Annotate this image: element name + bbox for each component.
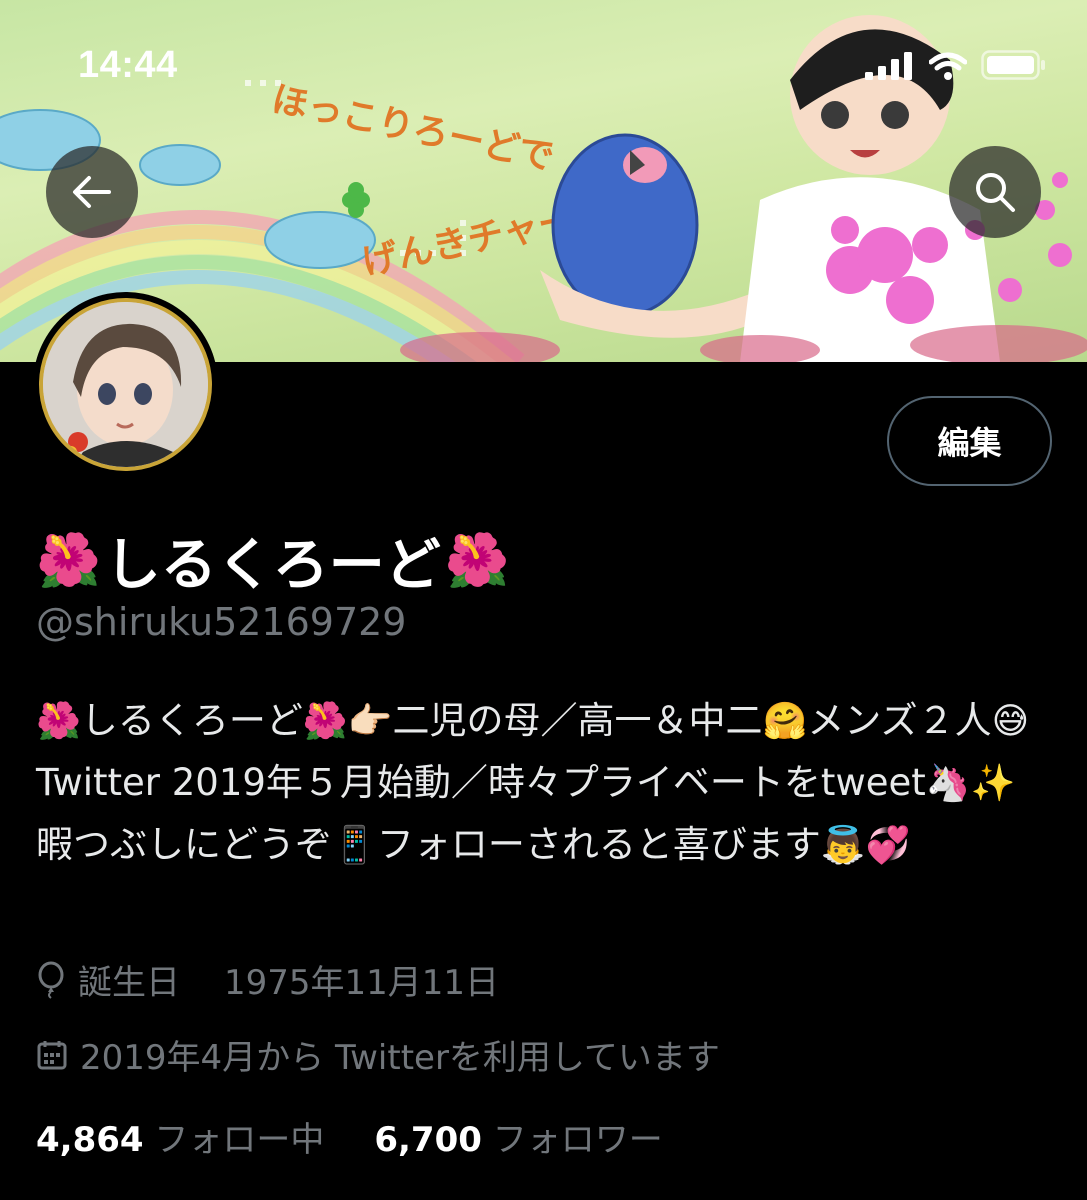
- calendar-icon: [37, 1040, 67, 1069]
- bio-text: フォローされると喜びます: [376, 823, 821, 866]
- bio-text: Twitter 2019年５月始動／時々プライベートをtweet: [36, 761, 926, 804]
- profile-bio: 🌺しるくろーど🌺👉🏻二児の母／高一＆中二🤗メンズ２人😅Twitter 2019年…: [36, 690, 1046, 876]
- hibiscus-emoji: 🌺: [36, 531, 101, 591]
- wifi-icon: [929, 52, 967, 80]
- following-count: 4,864: [36, 1120, 144, 1160]
- hibiscus-emoji: 🌺: [302, 701, 348, 742]
- back-button[interactable]: [46, 146, 138, 238]
- search-button[interactable]: [949, 146, 1041, 238]
- signal-icon: [865, 52, 912, 80]
- baby-angel-emoji: 👼: [820, 825, 866, 866]
- bio-text: メンズ２人: [807, 699, 992, 742]
- following-link[interactable]: 4,864 フォロー中: [36, 1112, 324, 1161]
- pointing-hand-emoji: 👉🏻: [347, 701, 393, 742]
- bio-text: 暇つぶしにどうぞ: [36, 823, 332, 866]
- profile-avatar[interactable]: [33, 292, 218, 477]
- joined-row: 2019年4月から Twitterを利用しています: [36, 1030, 720, 1079]
- birthday-label: 誕生日: [78, 963, 180, 1003]
- user-handle: @shiruku52169729: [36, 600, 407, 644]
- arrow-left-icon: [73, 176, 111, 208]
- edit-profile-button[interactable]: 編集: [887, 396, 1052, 486]
- follow-stats: 4,864 フォロー中 6,700 フォロワー: [36, 1112, 663, 1161]
- mobile-phone-emoji: 📱: [332, 825, 377, 866]
- revolving-hearts-emoji: 💞: [865, 825, 911, 866]
- status-icons: [865, 50, 1047, 80]
- avatar-illustration: [43, 302, 208, 467]
- status-time: 14:44: [78, 44, 178, 86]
- birthday-row: 誕生日 1975年11月11日: [36, 955, 499, 1004]
- followers-link[interactable]: 6,700 フォロワー: [374, 1112, 662, 1161]
- hibiscus-emoji: 🌺: [36, 701, 81, 742]
- battery-icon: [981, 50, 1045, 80]
- sweat-smile-emoji: 😅: [991, 701, 1030, 742]
- birthday-value: 1975年11月11日: [224, 963, 500, 1003]
- sparkles-emoji: ✨: [970, 763, 1016, 804]
- balloon-icon: [38, 961, 64, 999]
- following-label: フォロー中: [154, 1120, 325, 1160]
- unicorn-emoji: 🦄: [925, 763, 971, 804]
- followers-label: フォロワー: [492, 1120, 663, 1160]
- followers-count: 6,700: [374, 1120, 482, 1160]
- banner-text-line1: ほっこりろーどで: [268, 79, 558, 179]
- bio-text: 二児の母／高一＆中二: [392, 699, 763, 742]
- joined-text: 2019年4月から Twitterを利用しています: [80, 1038, 720, 1078]
- bio-text: しるくろーど: [80, 699, 303, 742]
- hibiscus-emoji: 🌺: [444, 531, 510, 591]
- display-name: 🌺 しるくろーど 🌺: [36, 520, 510, 601]
- search-icon: [976, 173, 1015, 212]
- display-name-text: しるくろーど: [104, 533, 441, 598]
- hugging-face-emoji: 🤗: [762, 701, 808, 742]
